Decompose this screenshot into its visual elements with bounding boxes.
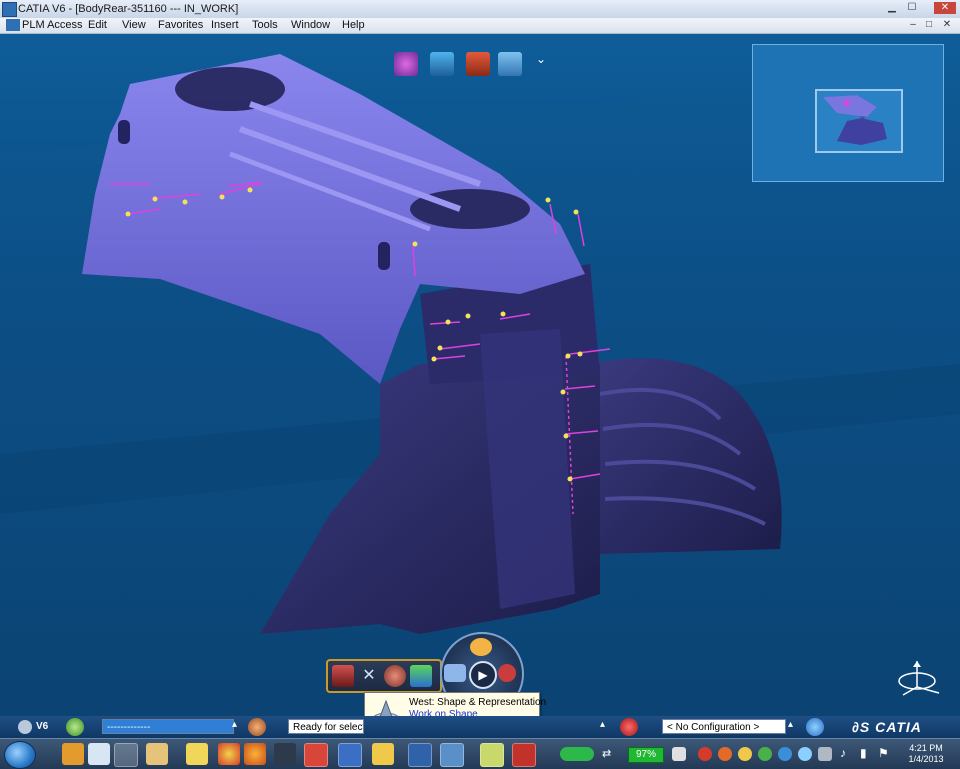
menu-favorites[interactable]: Favorites <box>158 19 203 31</box>
tools-icon[interactable]: ✕ <box>358 665 380 687</box>
word-icon[interactable] <box>338 743 362 767</box>
menu-plm-access[interactable]: PLM Access <box>22 19 83 31</box>
tray-card-icon[interactable] <box>672 747 686 761</box>
terminal-icon[interactable] <box>274 743 296 765</box>
doc-maximize-button[interactable]: □ <box>922 19 936 31</box>
chrome-icon[interactable] <box>218 743 240 765</box>
tray-yellow-icon[interactable] <box>738 747 752 761</box>
tray-arrows-icon[interactable]: ⇄ <box>602 747 611 760</box>
material-icon[interactable] <box>384 665 406 687</box>
menu-help[interactable]: Help <box>342 19 365 31</box>
start-button[interactable] <box>4 741 36 769</box>
menu-tools[interactable]: Tools <box>252 19 278 31</box>
document-taskbar-icon[interactable] <box>480 743 504 767</box>
flag-icon[interactable]: ⚑ <box>878 746 889 760</box>
document-icon[interactable] <box>6 19 20 31</box>
selection-dropdown-chevron-icon[interactable]: ▴ <box>232 719 237 730</box>
close-button[interactable]: ✕ <box>934 2 956 14</box>
doc-close-button[interactable]: ✕ <box>940 19 954 31</box>
menu-view[interactable]: View <box>122 19 146 31</box>
tray-gray-icon[interactable] <box>818 747 832 761</box>
catia-brand: ∂S CATIA <box>852 719 922 735</box>
volume-icon[interactable]: ♪ <box>840 746 846 760</box>
render-style-icon[interactable] <box>466 52 490 76</box>
tooltip-title: West: Shape & Representation <box>409 697 547 708</box>
measure-icon[interactable] <box>430 52 454 76</box>
battery-indicator[interactable]: 97% <box>628 747 664 763</box>
menu-edit[interactable]: Edit <box>88 19 107 31</box>
select-object-icon[interactable] <box>394 52 418 76</box>
catia-app-icon[interactable] <box>2 2 17 17</box>
people-icon[interactable] <box>470 638 492 656</box>
configuration-chevron-icon[interactable]: ▴ <box>788 719 793 730</box>
tray-green-pill-icon[interactable] <box>560 747 594 761</box>
v6-label: V6 <box>36 721 49 732</box>
assembly-icon[interactable] <box>410 665 432 687</box>
status-bar: V6 ------------- ▴ Ready for selectio ▴ … <box>0 716 960 738</box>
ie-icon[interactable] <box>114 743 138 767</box>
notes-icon[interactable] <box>372 743 394 765</box>
media-icon[interactable] <box>440 743 464 767</box>
network-icon[interactable] <box>498 664 516 682</box>
shape-representation-icon[interactable] <box>444 664 466 682</box>
ds-logo-icon: ∂S <box>852 719 871 735</box>
pdf-icon[interactable] <box>304 743 328 767</box>
compass-icon[interactable] <box>895 655 949 699</box>
selection-field[interactable]: ------------- <box>102 719 234 734</box>
firefox-icon[interactable] <box>244 743 266 765</box>
maximize-button[interactable]: ☐ <box>904 2 920 14</box>
sketch-icon[interactable] <box>332 665 354 687</box>
status-dropdown-chevron-icon[interactable]: ▴ <box>600 719 605 730</box>
overview-minimap[interactable] <box>752 44 944 182</box>
compass-mode-icon[interactable] <box>66 718 84 736</box>
top-toolbar: ⌄ <box>394 52 574 80</box>
signal-icon[interactable]: ▮ <box>860 746 867 760</box>
windows-taskbar: ⇄ 97% ♪ ▮ ⚑ 4:21 PM 1/4/2013 <box>0 738 960 769</box>
window-title: CATIA V6 - [BodyRear-351160 --- IN_WORK] <box>18 3 239 15</box>
configuration-field[interactable]: < No Configuration > <box>662 719 786 734</box>
tray-red-icon[interactable] <box>698 747 712 761</box>
power-input-icon[interactable] <box>248 718 266 736</box>
minimize-button[interactable]: ▁ <box>884 2 900 14</box>
menu-insert[interactable]: Insert <box>211 19 239 31</box>
menu-window[interactable]: Window <box>291 19 330 31</box>
notepad-icon[interactable] <box>88 743 110 765</box>
catia-brand-text: CATIA <box>875 719 922 735</box>
mail-icon[interactable] <box>186 743 208 765</box>
configuration-icon[interactable] <box>620 718 638 736</box>
status-message: Ready for selectio <box>288 719 364 734</box>
tray-green-icon[interactable] <box>758 747 772 761</box>
system-clock[interactable]: 4:21 PM 1/4/2013 <box>896 743 956 765</box>
more-tools-chevron-icon[interactable]: ⌄ <box>534 52 548 76</box>
explorer-icon[interactable] <box>62 743 84 765</box>
tray-orange-icon[interactable] <box>718 747 732 761</box>
action-toolbar: ✕ <box>326 659 442 693</box>
menu-bar: PLM Access Edit View Favorites Insert To… <box>0 18 960 34</box>
catia-taskbar-icon[interactable] <box>408 743 432 767</box>
folder-icon[interactable] <box>146 743 168 765</box>
view-mode-icon[interactable] <box>498 52 522 76</box>
clock-time: 4:21 PM <box>909 743 943 753</box>
doc-minimize-button[interactable]: – <box>906 19 920 31</box>
minimap-view-frame[interactable] <box>815 89 903 153</box>
capture-icon[interactable] <box>512 743 536 767</box>
internet-icon[interactable] <box>806 718 824 736</box>
v6-logo-icon <box>18 720 32 734</box>
play-icon[interactable]: ▶ <box>469 661 497 689</box>
clock-date: 1/4/2013 <box>908 754 944 764</box>
title-bar: CATIA V6 - [BodyRear-351160 --- IN_WORK]… <box>0 0 960 19</box>
network-tray-icon[interactable] <box>798 747 812 761</box>
tray-blue-icon[interactable] <box>778 747 792 761</box>
